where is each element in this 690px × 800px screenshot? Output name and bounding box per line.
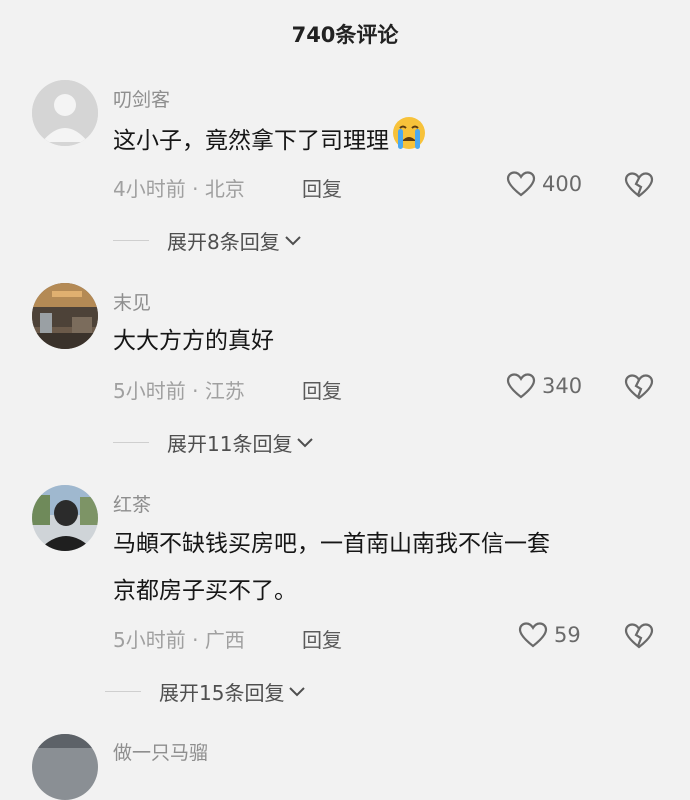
chevron-down-icon — [285, 235, 301, 245]
reply-button[interactable]: 回复 — [302, 624, 342, 653]
divider-line — [113, 442, 149, 443]
comment-text: 这小子，竟然拿下了司理理 — [113, 115, 653, 168]
dislike-button[interactable] — [624, 171, 654, 203]
crying-face-icon — [391, 115, 427, 168]
comment-username[interactable]: 红茶 — [113, 490, 151, 517]
expand-replies-button[interactable]: 展开8条回复 — [113, 226, 302, 255]
like-count: 340 — [542, 374, 583, 398]
dislike-button[interactable] — [624, 373, 654, 405]
chevron-down-icon — [297, 437, 314, 447]
heart-icon — [506, 171, 536, 197]
comment-meta: 5小时前 · 广西 — [113, 628, 245, 652]
comment-count-title: 740条评论 — [291, 23, 399, 47]
like-count: 400 — [542, 172, 583, 196]
broken-heart-icon — [624, 623, 654, 649]
divider-line — [105, 691, 141, 692]
dislike-button[interactable] — [624, 622, 654, 654]
heart-icon — [518, 622, 548, 648]
chevron-down-icon — [289, 686, 306, 696]
avatar-photo[interactable] — [32, 485, 98, 551]
broken-heart-icon — [624, 374, 654, 400]
avatar-photo[interactable] — [32, 734, 98, 800]
heart-icon — [506, 373, 536, 399]
comment-meta: 4小时前 · 北京 — [113, 177, 245, 201]
like-button[interactable]: 340 — [506, 372, 582, 400]
comment-text: 马頔不缺钱买房吧，一首南山南我不信一套 京都房子买不了。 — [113, 531, 550, 604]
comments-header: 740条评论 — [0, 0, 690, 72]
reply-button[interactable]: 回复 — [302, 173, 342, 202]
like-button[interactable]: 400 — [506, 170, 582, 198]
broken-heart-icon — [624, 172, 654, 198]
avatar-default[interactable] — [32, 80, 98, 146]
expand-replies-button[interactable]: 展开11条回复 — [113, 428, 314, 457]
reply-button[interactable]: 回复 — [302, 375, 342, 404]
divider-line — [113, 240, 149, 241]
like-count: 59 — [554, 623, 581, 647]
comment-username[interactable]: 末见 — [113, 288, 151, 315]
comment-meta: 5小时前 · 江苏 — [113, 379, 245, 403]
comment-username[interactable]: 叨剑客 — [113, 85, 170, 112]
expand-replies-button[interactable]: 展开15条回复 — [105, 677, 306, 706]
avatar-photo[interactable] — [32, 283, 98, 349]
comment-text: 大大方方的真好 — [113, 328, 274, 354]
comment-username[interactable]: 做一只马骝 — [113, 738, 208, 765]
like-button[interactable]: 59 — [518, 621, 581, 649]
